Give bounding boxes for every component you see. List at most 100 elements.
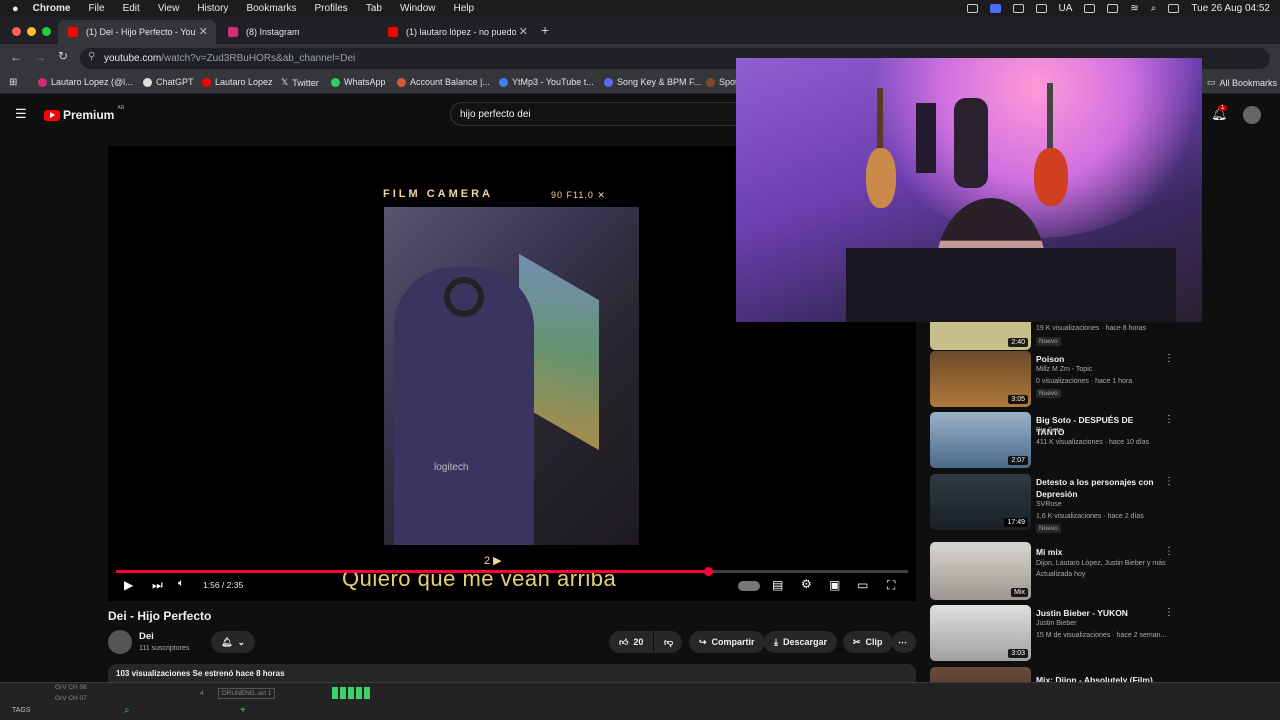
more-vert-icon[interactable]: ⋮ (1164, 414, 1174, 425)
next-icon[interactable]: ⏭ (152, 578, 163, 593)
bookmark-ytmp3[interactable]: YtMp3 - YouTube t... (499, 77, 594, 87)
progress-bar[interactable] (116, 567, 908, 576)
recommendation-item[interactable]: Mix Mi mix Dijon, Lautaro López, Justin … (930, 542, 1180, 600)
status-icon-2[interactable] (1012, 4, 1024, 13)
theater-mode-icon[interactable]: ▭ (857, 578, 868, 592)
channel-name[interactable]: Dei (139, 631, 154, 642)
recommendation-item[interactable]: 2:40 19 K visualizaciones · hace 8 horas… (930, 322, 1180, 350)
search-input[interactable]: hijo perfecto dei (450, 102, 740, 126)
video-thumbnail[interactable]: 2:40 (930, 322, 1031, 350)
mix-thumbnail[interactable]: Mix (930, 542, 1031, 600)
recommendation-item[interactable]: 2:07 Big Soto - DESPUÉS DE TANTO Big Sot… (930, 412, 1180, 468)
daw-track-1[interactable]: GrV CH 08 (55, 684, 87, 691)
zoom-window-button[interactable] (42, 27, 51, 36)
more-vert-icon[interactable]: ⋮ (1164, 607, 1174, 618)
tab-youtube-lautaro[interactable]: (1) lautaro lópez - no puedo c ✕ (378, 20, 536, 44)
channel-avatar[interactable] (108, 630, 132, 654)
daw-clip[interactable]: DRUNENG..ert 1 (218, 688, 276, 699)
menu-tab[interactable]: Tab (366, 3, 382, 14)
menu-history[interactable]: History (197, 3, 228, 14)
progress-fill (116, 570, 709, 573)
close-tab-icon[interactable]: ✕ (519, 25, 528, 38)
bookmark-lautaro[interactable]: Lautaro Lopez (202, 77, 273, 87)
menu-bookmarks[interactable]: Bookmarks (246, 3, 296, 14)
battery-icon[interactable] (1107, 4, 1119, 13)
keyboard-layout-indicator[interactable]: UA (1059, 3, 1073, 14)
play-icon[interactable]: ▶ (124, 578, 133, 592)
all-bookmarks[interactable]: ▭ All Bookmarks (1207, 77, 1277, 88)
tab-instagram[interactable]: (8) Instagram (218, 20, 376, 44)
autoplay-toggle[interactable] (738, 581, 760, 591)
more-vert-icon[interactable]: ⋮ (1164, 353, 1174, 364)
download-button[interactable]: ⤓ Descargar (764, 631, 838, 653)
clip-button[interactable]: ✂ Clip (843, 631, 893, 653)
recommendation-item[interactable]: 3:03 Justin Bieber - YUKON Justin Bieber… (930, 605, 1180, 661)
search-icon[interactable]: ⌕ (1151, 3, 1157, 14)
wifi-icon[interactable]: ≋ (1130, 3, 1138, 14)
menu-app-name[interactable]: Chrome (33, 3, 71, 14)
video-thumbnail[interactable]: 2:07 (930, 412, 1031, 468)
new-tab-button[interactable]: + (541, 22, 549, 38)
menu-view[interactable]: View (158, 3, 180, 14)
miniplayer-icon[interactable]: ▣ (829, 578, 840, 592)
daw-track-2[interactable]: GrV CH 07 (55, 695, 87, 702)
menu-window[interactable]: Window (400, 3, 436, 14)
close-tab-icon[interactable]: ✕ (199, 25, 208, 38)
bookmark-songkey[interactable]: Song Key & BPM F... (604, 77, 701, 87)
like-button[interactable]: 👍︎ 20 (609, 631, 653, 653)
close-window-button[interactable] (12, 27, 21, 36)
site-info-icon[interactable]: ⚲ (88, 51, 95, 62)
acoustic-panels (916, 103, 936, 173)
clock[interactable]: Tue 26 Aug 04:52 (1191, 3, 1270, 14)
volume-icon[interactable]: 🔈︎ (178, 578, 184, 589)
more-actions-button[interactable]: ⋯ (892, 631, 916, 653)
progress-scrubber[interactable] (704, 567, 714, 576)
more-vert-icon[interactable]: ⋮ (1164, 476, 1174, 487)
apple-icon[interactable]: ● (12, 3, 19, 15)
bookmark-spotify[interactable]: Spot (706, 77, 738, 87)
duration-badge: 3:03 (1008, 649, 1028, 658)
daw-search-icon[interactable]: ⌕ (124, 705, 130, 716)
back-icon[interactable]: ← (10, 50, 22, 64)
control-center-icon[interactable] (1168, 4, 1180, 13)
apps-grid-icon[interactable]: ⊞ (9, 77, 17, 88)
status-icon-1[interactable] (966, 4, 978, 13)
video-title: Dei - Hijo Perfecto (108, 609, 212, 623)
subscribed-bell-button[interactable]: 🔔︎ ⌄ (211, 631, 255, 653)
menu-hamburger-icon[interactable]: ☰ (15, 106, 27, 122)
share-button[interactable]: ↪ Compartir (689, 631, 765, 653)
fullscreen-icon[interactable]: ⛶ (887, 578, 895, 593)
subtitles-icon[interactable]: ▤ (772, 578, 783, 592)
recommendation-item[interactable]: 17:49 Detesto a los personajes con Depre… (930, 474, 1180, 533)
bookmark-twitter[interactable]: 𝕏 Twitter (281, 77, 319, 88)
video-thumbnail[interactable]: 3:05 (930, 351, 1031, 407)
tab-youtube-dei[interactable]: (1) Dei - Hijo Perfecto - YouTu ✕ (58, 20, 216, 44)
menu-file[interactable]: File (88, 3, 104, 14)
forward-icon[interactable]: → (34, 50, 46, 64)
menu-help[interactable]: Help (454, 3, 475, 14)
bookmark-chatgpt[interactable]: ChatGPT (143, 77, 194, 87)
folder-icon: ▭ (1207, 77, 1216, 87)
minimize-window-button[interactable] (27, 27, 36, 36)
status-icon-3[interactable] (1035, 4, 1047, 13)
menu-edit[interactable]: Edit (123, 3, 140, 14)
screen-share-icon[interactable] (989, 4, 1001, 13)
dislike-button[interactable]: 👎︎ (654, 631, 682, 653)
recommendation-item[interactable]: 3:05 Poison Millz M Zm - Topic 0 visuali… (930, 351, 1180, 407)
status-icon-4[interactable] (1084, 4, 1096, 13)
menu-profiles[interactable]: Profiles (314, 3, 347, 14)
video-thumbnail[interactable]: 17:49 (930, 474, 1031, 530)
bookmark-instagram[interactable]: Lautaro Lopez (@l... (38, 77, 133, 87)
daw-add-icon[interactable]: + (240, 705, 246, 716)
bookmark-account[interactable]: Account Balance |... (397, 77, 490, 87)
bookmark-whatsapp[interactable]: WhatsApp (331, 77, 386, 87)
more-vert-icon[interactable]: ⋮ (1164, 546, 1174, 557)
mix-thumbnail[interactable] (930, 667, 1031, 682)
video-thumbnail[interactable]: 3:03 (930, 605, 1031, 661)
recommendation-item[interactable]: Mix: Dijon - Absolutely (Film) (930, 667, 1180, 682)
avatar[interactable] (1243, 106, 1261, 124)
description-box[interactable]: 103 visualizaciones Se estrenó hace 8 ho… (108, 664, 916, 684)
settings-gear-icon[interactable]: ⚙ (801, 577, 812, 591)
reload-icon[interactable]: ↻ (58, 49, 68, 63)
youtube-logo[interactable]: Premium AR (44, 105, 124, 122)
